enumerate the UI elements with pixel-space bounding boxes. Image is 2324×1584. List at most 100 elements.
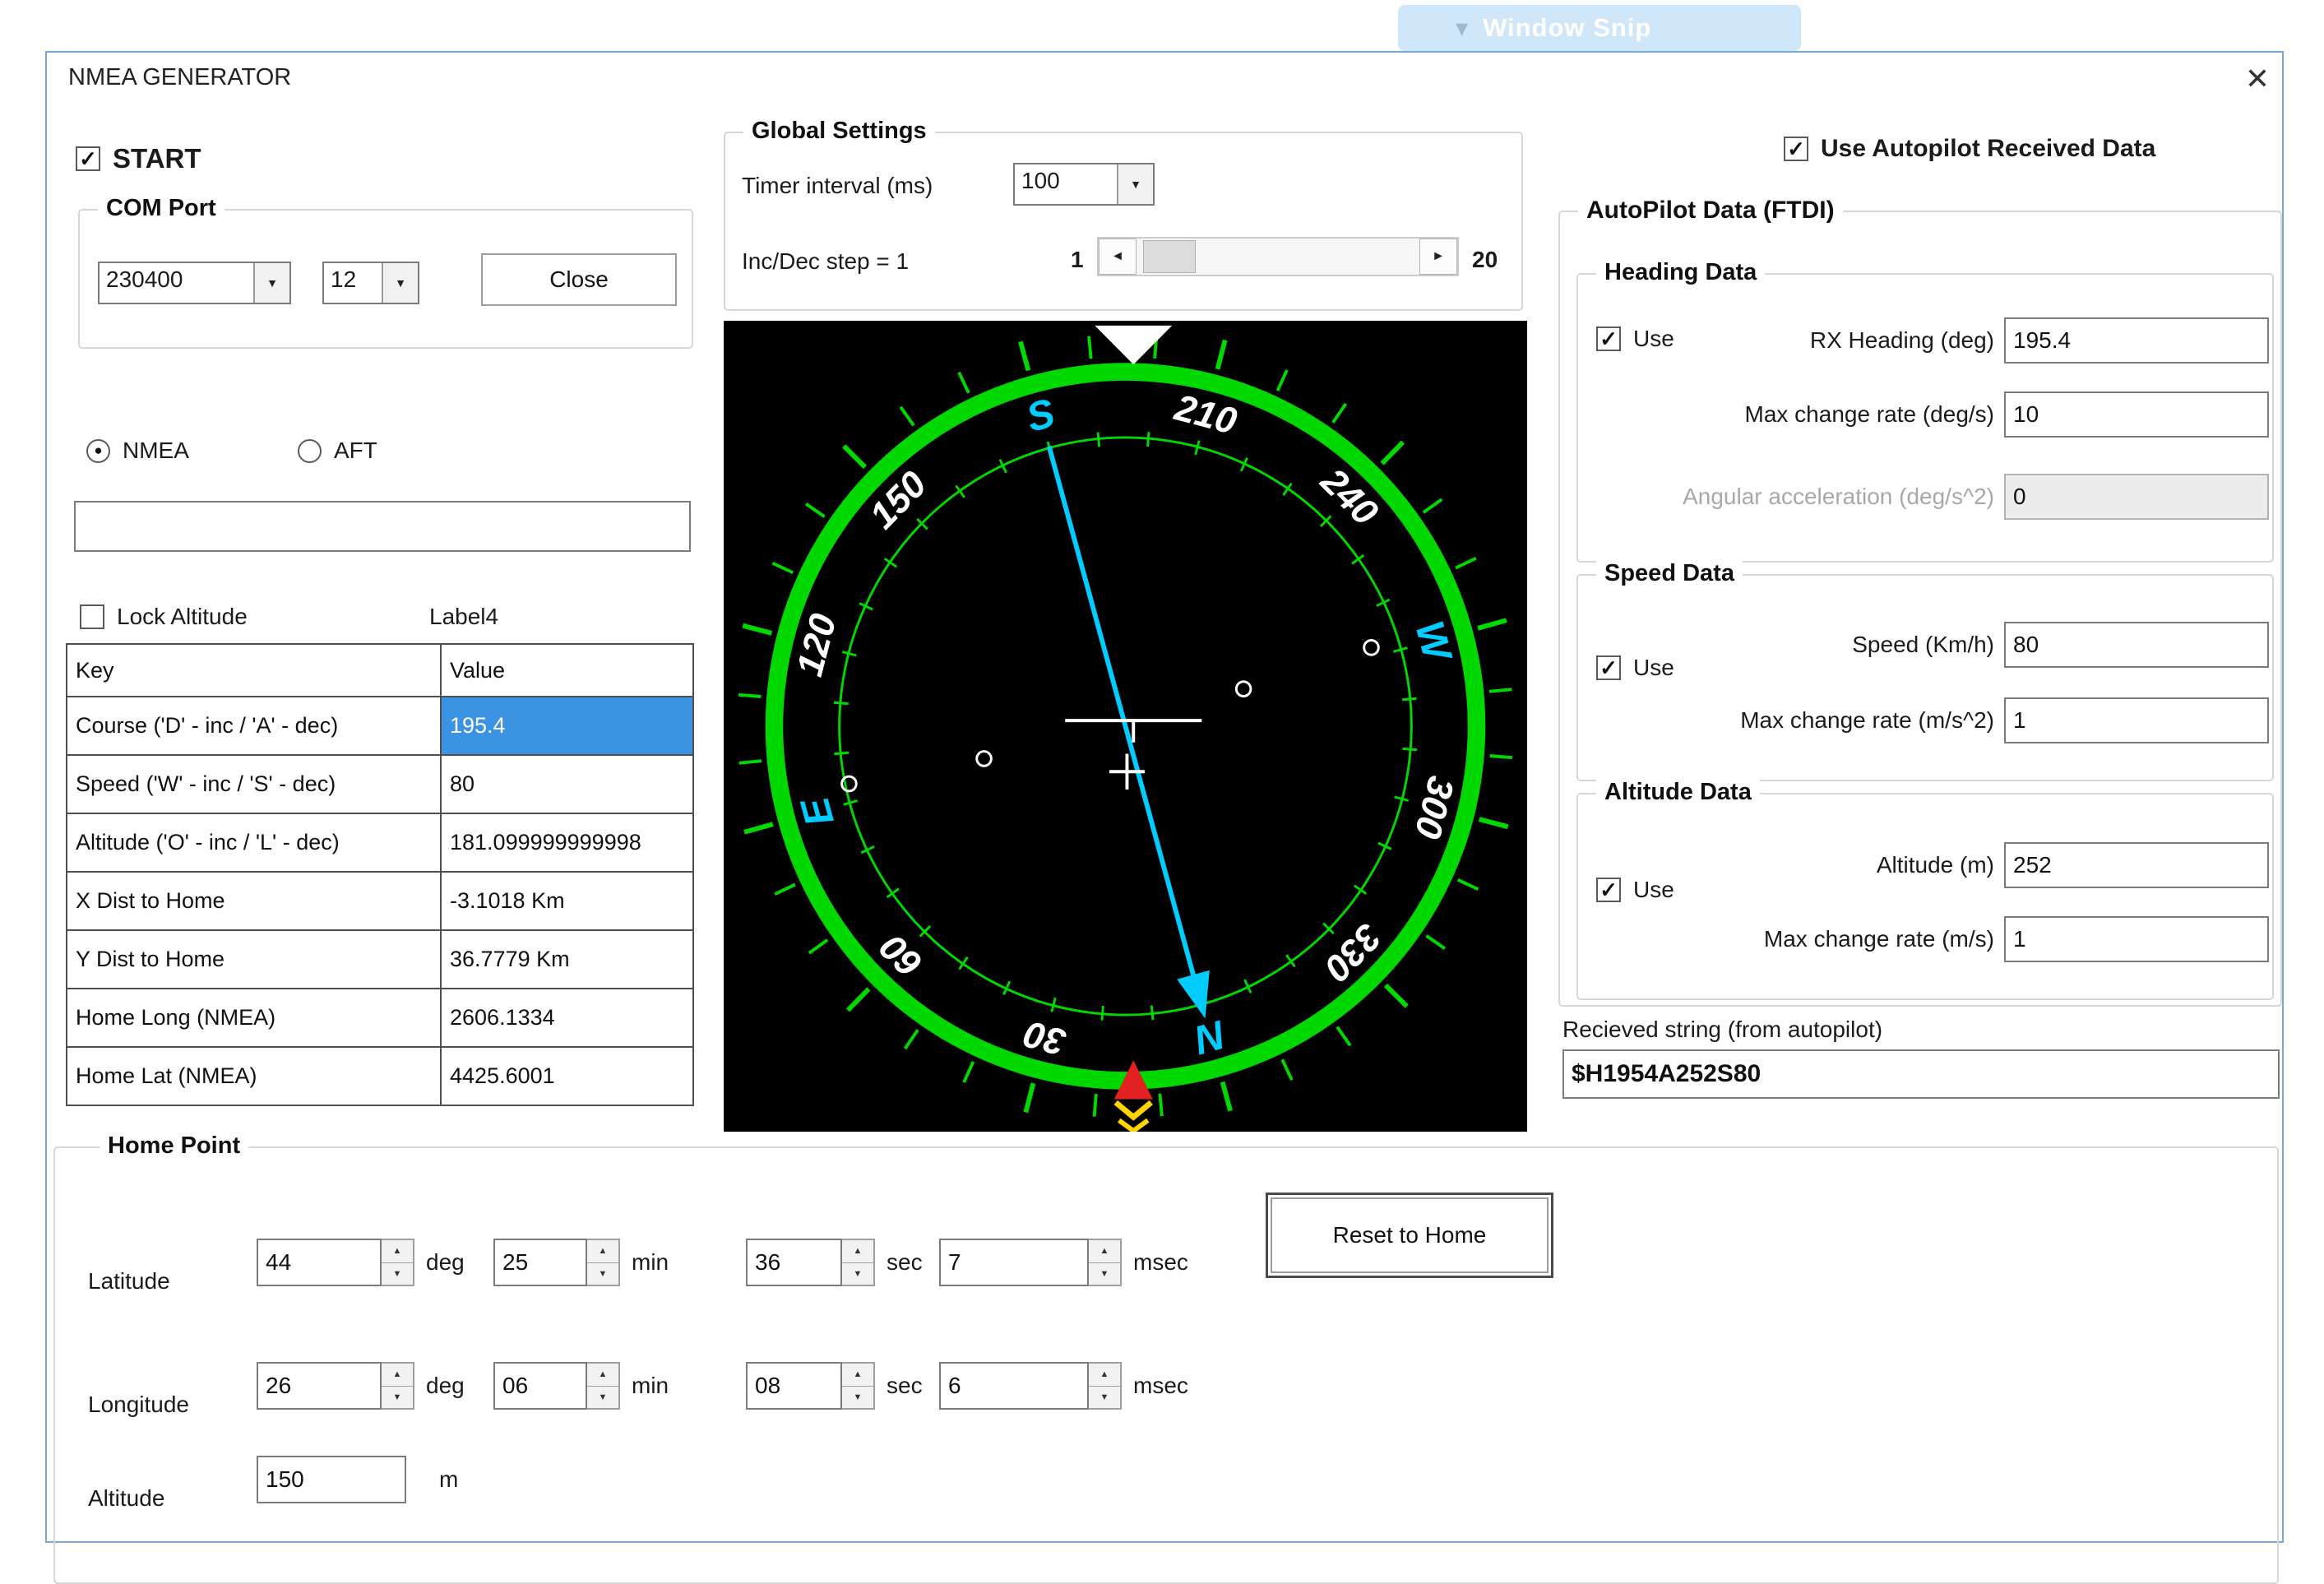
spinner-up-icon[interactable]: ▲ xyxy=(382,1240,413,1263)
table-row[interactable]: Course ('D' - inc / 'A' - dec) 195.4 xyxy=(66,696,694,756)
use-autopilot-checkbox[interactable]: ✓ Use Autopilot Received Data xyxy=(1784,135,2155,163)
row-key[interactable]: Home Long (NMEA) xyxy=(66,988,442,1048)
row-key[interactable]: Y Dist to Home xyxy=(66,929,442,989)
timer-interval-select[interactable]: 100 ▼ xyxy=(1013,163,1155,206)
table-row[interactable]: Speed ('W' - inc / 'S' - dec) 80 xyxy=(66,754,694,814)
altitude-input[interactable] xyxy=(2004,842,2269,888)
row-key[interactable]: Home Lat (NMEA) xyxy=(66,1046,442,1106)
latitude-deg-input[interactable] xyxy=(257,1239,382,1286)
longitude-min-stepper[interactable]: ▲ ▼ xyxy=(587,1362,620,1410)
aft-radio[interactable]: AFT xyxy=(298,438,377,464)
row-key[interactable]: Speed ('W' - inc / 'S' - dec) xyxy=(66,754,442,814)
close-icon[interactable]: ✕ xyxy=(2236,61,2279,97)
spinner-down-icon[interactable]: ▼ xyxy=(1089,1263,1120,1285)
row-value[interactable]: 2606.1334 xyxy=(440,988,694,1048)
latitude-sec-stepper[interactable]: ▲ ▼ xyxy=(842,1239,875,1286)
dropdown-icon[interactable]: ▼ xyxy=(253,263,289,303)
altitude-rate-label: Max change rate (m/s) xyxy=(1763,926,1994,952)
altitude-data-title: Altitude Data xyxy=(1596,779,1760,806)
spinner-down-icon[interactable]: ▼ xyxy=(842,1263,873,1285)
checkmark-icon[interactable]: ✓ xyxy=(1596,878,1621,902)
row-key[interactable]: Altitude ('O' - inc / 'L' - dec) xyxy=(66,813,442,873)
speed-rate-input[interactable] xyxy=(2004,697,2269,743)
spinner-down-icon[interactable]: ▼ xyxy=(382,1263,413,1285)
radio-dot-icon[interactable]: ● xyxy=(86,438,110,463)
checkmark-icon[interactable]: ✓ xyxy=(1596,655,1621,680)
com-number-select[interactable]: 12 ▼ xyxy=(322,262,419,304)
longitude-msec-stepper[interactable]: ▲ ▼ xyxy=(1089,1362,1122,1410)
latitude-min-stepper[interactable]: ▲ ▼ xyxy=(587,1239,620,1286)
table-row[interactable]: Altitude ('O' - inc / 'L' - dec) 181.099… xyxy=(66,813,694,873)
table-row[interactable]: Home Lat (NMEA) 4425.6001 xyxy=(66,1046,694,1106)
altitude-use-checkbox[interactable]: ✓ Use xyxy=(1596,877,1674,903)
latitude-msec-field: ▲ ▼ msec xyxy=(939,1239,1188,1286)
table-row[interactable]: X Dist to Home -3.1018 Km xyxy=(66,871,694,931)
spinner-down-icon[interactable]: ▼ xyxy=(587,1263,618,1285)
spinner-up-icon[interactable]: ▲ xyxy=(587,1364,618,1387)
row-value[interactable]: 181.099999999998 xyxy=(440,813,694,873)
checkmark-icon[interactable]: ✓ xyxy=(76,146,100,171)
dropdown-icon[interactable]: ▼ xyxy=(382,263,418,303)
nmea-generator-window: NMEA GENERATOR ✕ ✓ START COM Port 230400… xyxy=(45,51,2284,1584)
latitude-deg-stepper[interactable]: ▲ ▼ xyxy=(382,1239,414,1286)
close-port-button[interactable]: Close xyxy=(481,253,677,306)
row-value[interactable]: 36.7779 Km xyxy=(440,929,694,989)
row-value[interactable]: 80 xyxy=(440,754,694,814)
spinner-up-icon[interactable]: ▲ xyxy=(842,1364,873,1387)
speed-use-checkbox[interactable]: ✓ Use xyxy=(1596,655,1674,681)
latitude-sec-input[interactable] xyxy=(746,1239,842,1286)
nmea-string-input[interactable] xyxy=(74,501,691,552)
scroll-right-icon[interactable]: ► xyxy=(1419,239,1457,275)
row-value[interactable]: 4425.6001 xyxy=(440,1046,694,1106)
altitude-rate-input[interactable] xyxy=(2004,916,2269,962)
com-port-group-title: COM Port xyxy=(98,195,225,222)
row-value[interactable]: -3.1018 Km xyxy=(440,871,694,931)
rx-heading-input[interactable] xyxy=(2004,317,2269,364)
spinner-down-icon[interactable]: ▼ xyxy=(1089,1387,1120,1409)
latitude-msec-input[interactable] xyxy=(939,1239,1089,1286)
received-string-input[interactable] xyxy=(1562,1049,2280,1099)
heading-rate-input[interactable] xyxy=(2004,391,2269,438)
spinner-up-icon[interactable]: ▲ xyxy=(842,1240,873,1263)
speed-input[interactable] xyxy=(2004,622,2269,668)
longitude-sec-stepper[interactable]: ▲ ▼ xyxy=(842,1362,875,1410)
altitude-use-label: Use xyxy=(1633,877,1674,902)
lock-altitude-checkbox[interactable]: Lock Altitude xyxy=(80,604,248,630)
spinner-up-icon[interactable]: ▲ xyxy=(1089,1240,1120,1263)
scroll-left-icon[interactable]: ◄ xyxy=(1099,239,1137,275)
longitude-min-input[interactable] xyxy=(493,1362,587,1410)
row-value-selected[interactable]: 195.4 xyxy=(440,696,694,756)
start-checkbox[interactable]: ✓ START xyxy=(76,143,201,174)
spinner-down-icon[interactable]: ▼ xyxy=(382,1387,413,1409)
spinner-up-icon[interactable]: ▲ xyxy=(1089,1364,1120,1387)
row-key[interactable]: Course ('D' - inc / 'A' - dec) xyxy=(66,696,442,756)
radio-dot-icon[interactable] xyxy=(298,438,322,463)
baud-rate-value: 230400 xyxy=(106,266,183,292)
dropdown-icon[interactable]: ▼ xyxy=(1117,164,1153,204)
table-row[interactable]: Y Dist to Home 36.7779 Km xyxy=(66,929,694,989)
checkmark-icon[interactable]: ✓ xyxy=(1784,137,1808,161)
home-altitude-input[interactable] xyxy=(257,1456,406,1503)
table-row[interactable]: Home Long (NMEA) 2606.1334 xyxy=(66,988,694,1048)
spinner-down-icon[interactable]: ▼ xyxy=(842,1387,873,1409)
checkmark-icon[interactable] xyxy=(80,604,104,629)
spinner-up-icon[interactable]: ▲ xyxy=(382,1364,413,1387)
speed-data-group: Speed Data ✓ Use Speed (Km/h) Max change… xyxy=(1576,560,2274,781)
latitude-min-input[interactable] xyxy=(493,1239,587,1286)
global-settings-title: Global Settings xyxy=(743,118,935,145)
longitude-deg-stepper[interactable]: ▲ ▼ xyxy=(382,1362,414,1410)
longitude-msec-input[interactable] xyxy=(939,1362,1089,1410)
angular-accel-input xyxy=(2004,474,2269,520)
spinner-down-icon[interactable]: ▼ xyxy=(587,1387,618,1409)
latitude-msec-stepper[interactable]: ▲ ▼ xyxy=(1089,1239,1122,1286)
scrollbar-thumb[interactable] xyxy=(1143,240,1196,273)
step-scrollbar[interactable]: ◄ ► xyxy=(1097,237,1459,276)
reset-to-home-button[interactable]: Reset to Home xyxy=(1266,1193,1553,1278)
baud-rate-select[interactable]: 230400 ▼ xyxy=(98,262,291,304)
home-point-title: Home Point xyxy=(100,1132,249,1160)
spinner-up-icon[interactable]: ▲ xyxy=(587,1240,618,1263)
longitude-sec-input[interactable] xyxy=(746,1362,842,1410)
nmea-radio[interactable]: ● NMEA xyxy=(86,438,189,464)
row-key[interactable]: X Dist to Home xyxy=(66,871,442,931)
longitude-deg-input[interactable] xyxy=(257,1362,382,1410)
